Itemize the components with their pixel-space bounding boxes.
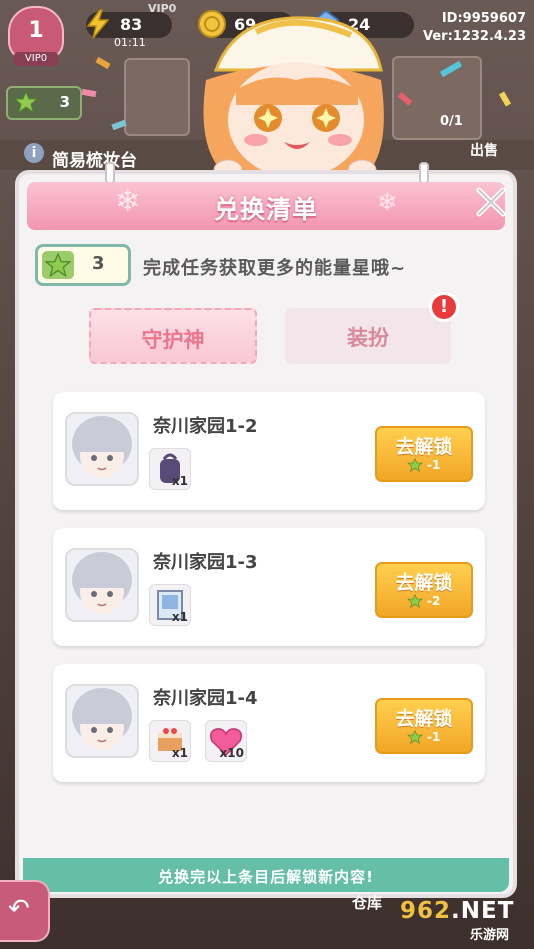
bg-progress-count: 0/1 xyxy=(440,114,463,129)
tab-dressup-label: 装扮 xyxy=(347,326,389,350)
character-portrait xyxy=(65,548,139,622)
bg-shop-title: 简易梳妆台 xyxy=(52,151,137,171)
exchange-list-modal: ❄ ❄ 兑换清单 3 完成任务获取更多的能量星哦~ 守护神 装扮 ! 奈川家园1… xyxy=(15,162,517,898)
modal-hook xyxy=(105,162,115,184)
unlock-button[interactable]: 去解锁 -1 xyxy=(375,698,473,754)
unlock-button[interactable]: 去解锁 -1 xyxy=(375,426,473,482)
storage-label[interactable]: 仓库 xyxy=(352,892,382,913)
cake-icon[interactable]: x1 xyxy=(149,720,191,762)
tab-dressup[interactable]: 装扮 xyxy=(285,308,451,364)
watermark-sub: 乐游网 xyxy=(470,928,510,943)
list-item: 奈川家园1-3 x1 去解锁 -2 xyxy=(53,528,485,646)
star-badge xyxy=(42,251,74,279)
footer-banner: 兑换完以上条目后解锁新内容! xyxy=(23,858,509,892)
green-star-icon xyxy=(407,594,423,608)
modal-header: ❄ ❄ 兑换清单 xyxy=(27,182,505,230)
lightning-icon xyxy=(82,8,114,40)
bg-star-counter: 3 xyxy=(6,86,82,120)
tab-guardian-label: 守护神 xyxy=(141,328,205,352)
unlock-cost: -1 xyxy=(427,730,441,744)
bg-sell-label: 出售 xyxy=(470,143,498,159)
green-star-icon xyxy=(14,91,38,113)
player-id: ID:9959607 xyxy=(441,11,526,26)
bg-star-count: 3 xyxy=(59,93,70,111)
player-info: ID:9959607 Ver:1232.4.23 xyxy=(423,10,526,46)
painting-icon[interactable]: x1 xyxy=(149,584,191,626)
green-star-icon xyxy=(407,730,423,744)
item-quantity: x1 xyxy=(171,746,188,760)
backpack-icon[interactable]: x1 xyxy=(149,448,191,490)
energy-value: 83 xyxy=(120,15,143,34)
watermark-digits: 62 xyxy=(417,898,452,924)
close-icon xyxy=(476,187,506,217)
modal-title: 兑换清单 xyxy=(213,195,318,224)
level-number: 1 xyxy=(28,18,44,43)
character-portrait xyxy=(65,684,139,758)
energy-timer: 01:11 xyxy=(114,36,146,49)
entry-name: 奈川家园1-2 xyxy=(153,416,258,437)
watermark-logo: 962.NET 乐游网 xyxy=(398,898,528,944)
hint-text: 完成任务获取更多的能量星哦~ xyxy=(143,258,407,279)
game-version: Ver:1232.4.23 xyxy=(423,29,526,44)
energy-star-count: 3 xyxy=(92,253,105,274)
vip-tag: VIP0 xyxy=(148,2,177,15)
unlock-cost: -1 xyxy=(427,458,441,472)
unlock-button-label: 去解锁 xyxy=(395,436,453,458)
heart-icon[interactable]: x10 xyxy=(205,720,247,762)
watermark-suffix: .NET xyxy=(451,898,515,924)
list-item: 奈川家园1-2 x1 去解锁 -1 xyxy=(53,392,485,510)
entry-name: 奈川家园1-4 xyxy=(153,688,258,709)
item-quantity: x1 xyxy=(171,474,188,488)
mascot-character xyxy=(176,10,416,181)
unlock-button-label: 去解锁 xyxy=(395,708,453,730)
energy-star-counter: 3 xyxy=(35,244,131,286)
alert-badge: ! xyxy=(429,292,459,322)
close-button[interactable] xyxy=(473,184,509,220)
green-star-icon xyxy=(407,458,423,472)
green-star-icon xyxy=(45,253,71,277)
watermark-digit: 9 xyxy=(400,898,418,924)
energy-stat[interactable]: 83 xyxy=(86,9,172,39)
item-quantity: x10 xyxy=(219,746,244,760)
vip-badge[interactable]: VIP0 xyxy=(14,52,58,66)
footer-text: 兑换完以上条目后解锁新内容! xyxy=(158,868,374,886)
character-portrait xyxy=(65,412,139,486)
watermark-main: 962.NET xyxy=(400,898,514,924)
item-quantity: x1 xyxy=(171,610,188,624)
back-arrow-icon: ↶ xyxy=(8,894,30,924)
unlock-cost: -2 xyxy=(427,594,441,608)
info-icon: i xyxy=(24,143,44,163)
unlock-button[interactable]: 去解锁 -2 xyxy=(375,562,473,618)
modal-hook xyxy=(419,162,429,184)
entry-name: 奈川家园1-3 xyxy=(153,552,258,573)
tab-guardian[interactable]: 守护神 xyxy=(89,308,257,364)
list-item: 奈川家园1-4 x1 x10 去解锁 -1 xyxy=(53,664,485,782)
unlock-button-label: 去解锁 xyxy=(395,572,453,594)
back-button[interactable]: ↶ xyxy=(0,880,50,942)
